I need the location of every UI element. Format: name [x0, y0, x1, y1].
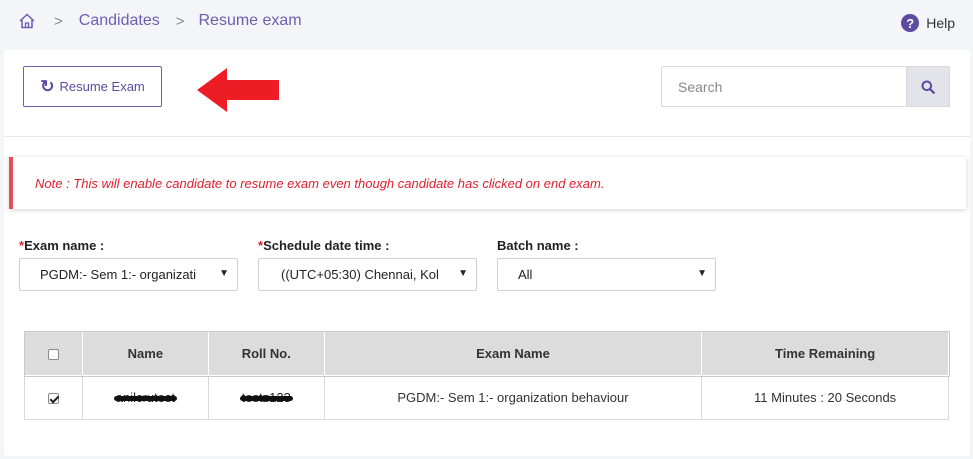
- chevron-down-icon: ▼: [219, 268, 229, 279]
- cell-roll: testz123: [207, 375, 325, 420]
- table-header-row: Name Roll No. Exam Name Time Remaining: [23, 330, 950, 377]
- select-all-checkbox[interactable]: [47, 349, 59, 361]
- schedule-label: *Schedule date time :: [258, 238, 390, 253]
- exam-name-field: *Exam name : PGDM:- Sem 1:- organizati ▼: [19, 238, 238, 291]
- chevron-down-icon: ▼: [697, 268, 707, 279]
- row-select-cell: [24, 375, 83, 420]
- home-icon[interactable]: [18, 12, 36, 30]
- table-row: anilcrutest testz123 PGDM:- Sem 1:- orga…: [24, 375, 949, 420]
- header-exam-name[interactable]: Exam Name: [323, 331, 703, 376]
- breadcrumb-resume-exam: Resume exam: [198, 12, 302, 29]
- schedule-field: *Schedule date time : ((UTC+05:30) Chenn…: [258, 238, 477, 291]
- search-box: [661, 66, 950, 107]
- chevron-right-icon: >: [175, 12, 185, 30]
- batch-select[interactable]: All ▼: [497, 258, 716, 291]
- note-text: Note : This will enable candidate to res…: [35, 175, 605, 191]
- breadcrumb: > Candidates > Resume exam: [18, 10, 302, 32]
- header-name[interactable]: Name: [81, 331, 209, 376]
- cell-time-remaining: 11 Minutes : 20 Seconds: [701, 375, 949, 420]
- search-icon: [921, 80, 935, 94]
- candidates-table: Name Roll No. Exam Name Time Remaining a…: [23, 330, 950, 420]
- red-arrow-annotation: [197, 68, 279, 112]
- chevron-down-icon: ▼: [458, 268, 468, 279]
- schedule-select[interactable]: ((UTC+05:30) Chennai, Kol ▼: [258, 258, 477, 291]
- chevron-right-icon: >: [54, 12, 63, 30]
- note-banner: Note : This will enable candidate to res…: [9, 157, 966, 209]
- search-input[interactable]: [661, 66, 906, 107]
- header-time-remaining[interactable]: Time Remaining: [701, 331, 949, 376]
- batch-field: Batch name : All ▼: [497, 238, 716, 291]
- exam-name-select[interactable]: PGDM:- Sem 1:- organizati ▼: [19, 258, 238, 291]
- main-card: ↻ Resume Exam Note : This will enable ca…: [4, 50, 970, 456]
- batch-label: Batch name :: [497, 238, 579, 253]
- resume-exam-button[interactable]: ↻ Resume Exam: [23, 66, 162, 107]
- cell-exam-name: PGDM:- Sem 1:- organization behaviour: [323, 375, 703, 420]
- cell-name: anilcrutest: [81, 375, 209, 420]
- refresh-icon: ↻: [40, 76, 55, 96]
- header-roll[interactable]: Roll No.: [207, 331, 325, 376]
- divider: [4, 136, 970, 137]
- select-all-cell: [24, 331, 83, 376]
- help-label: Help: [926, 15, 955, 31]
- exam-name-label: *Exam name :: [19, 238, 105, 253]
- help-link[interactable]: ? Help: [901, 14, 955, 32]
- search-button[interactable]: [906, 66, 950, 107]
- breadcrumb-candidates[interactable]: Candidates: [79, 12, 160, 30]
- resume-exam-label: Resume Exam: [59, 79, 145, 94]
- question-circle-icon: ?: [901, 14, 920, 32]
- row-checkbox[interactable]: [47, 393, 59, 405]
